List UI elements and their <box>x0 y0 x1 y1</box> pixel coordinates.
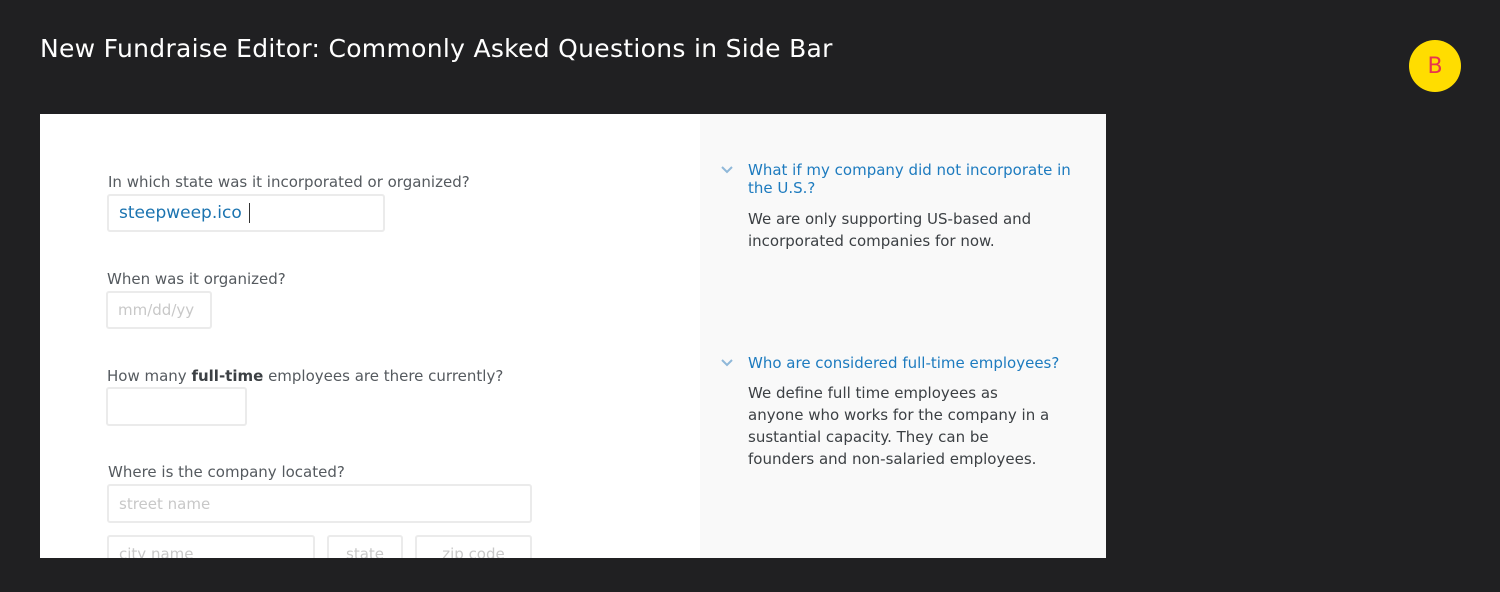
editor-panel: In which state was it incorporated or or… <box>40 114 1106 558</box>
date-input-placeholder: mm/dd/yy <box>118 301 195 319</box>
zip-input[interactable]: zip code <box>415 535 532 558</box>
location-question-label: Where is the company located? <box>108 463 345 481</box>
date-input[interactable]: mm/dd/yy <box>106 291 212 329</box>
street-input-placeholder: street name <box>119 494 211 513</box>
faq-question-1[interactable]: What if my company did not incorporate i… <box>748 161 1088 197</box>
state-input-placeholder: state <box>346 545 384 558</box>
employees-question-suffix: employees are there currently? <box>263 367 504 385</box>
variant-badge: B <box>1409 40 1461 92</box>
zip-input-placeholder: zip code <box>442 545 505 558</box>
street-input[interactable]: street name <box>107 484 532 523</box>
chevron-down-icon[interactable] <box>720 163 734 177</box>
employees-question-prefix: How many <box>107 367 192 385</box>
city-input-placeholder: city name <box>119 545 194 558</box>
text-cursor <box>248 203 251 223</box>
city-input[interactable]: city name <box>107 535 315 558</box>
page-title: New Fundraise Editor: Commonly Asked Que… <box>40 34 833 63</box>
faq-sidebar: What if my company did not incorporate i… <box>700 114 1106 558</box>
faq-answer-2: We define full time employees as anyone … <box>748 384 1050 468</box>
employees-input[interactable] <box>106 387 247 426</box>
state-question-label: In which state was it incorporated or or… <box>108 173 470 191</box>
date-question-label: When was it organized? <box>107 270 286 288</box>
faq-question-2[interactable]: Who are considered full-time employees? <box>748 354 1088 372</box>
faq-answer-1: We are only supporting US-based and inco… <box>748 210 1032 250</box>
chevron-down-icon[interactable] <box>720 356 734 370</box>
employees-question-label: How many full-time employees are there c… <box>107 367 503 385</box>
state-input[interactable]: steepweep.ico <box>107 194 385 232</box>
employees-question-bold: full-time <box>191 367 264 385</box>
state-select-input[interactable]: state <box>327 535 403 558</box>
state-input-value: steepweep.ico <box>119 203 242 223</box>
